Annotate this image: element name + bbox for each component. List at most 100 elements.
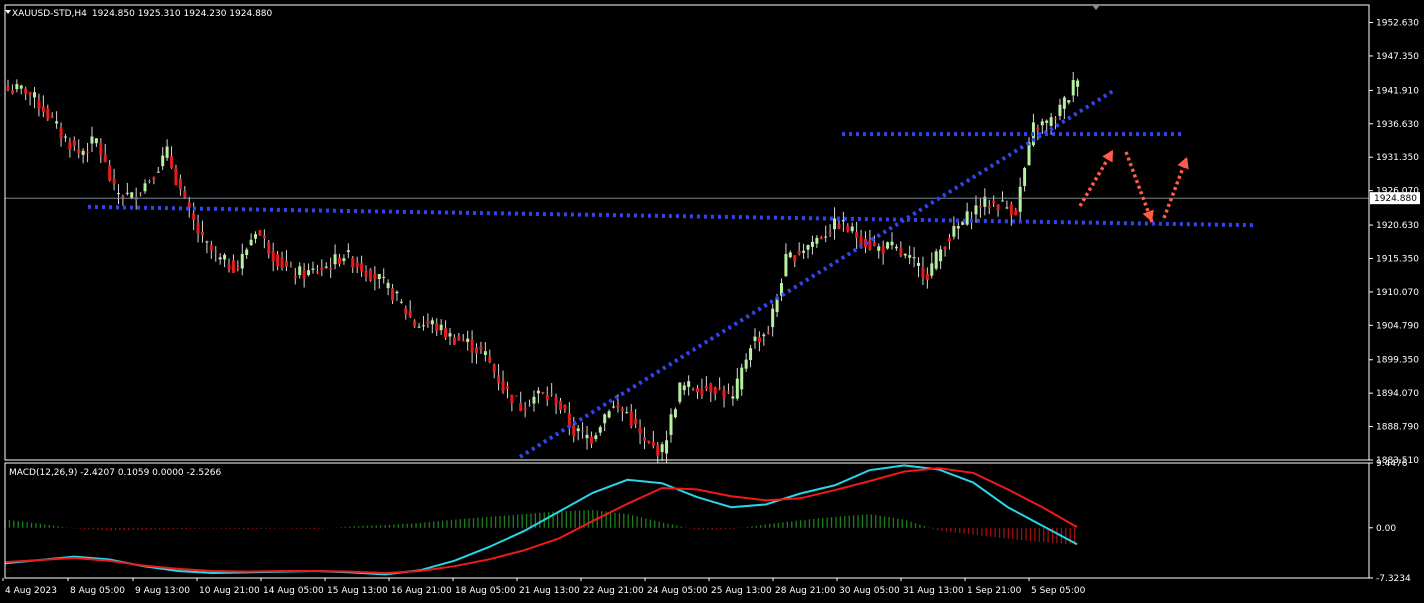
bull-candle[interactable] [161, 155, 165, 167]
bear-candle[interactable] [267, 242, 271, 255]
bear-candle[interactable] [837, 224, 841, 229]
bull-candle[interactable] [594, 435, 598, 439]
bull-candle[interactable] [346, 250, 350, 252]
bull-candle[interactable] [917, 262, 921, 266]
bull-candle[interactable] [342, 258, 346, 261]
bear-candle[interactable] [108, 165, 112, 181]
bull-candle[interactable] [1067, 100, 1071, 103]
bull-candle[interactable] [143, 183, 147, 192]
bear-candle[interactable] [505, 386, 509, 389]
bear-candle[interactable] [258, 230, 262, 236]
bear-candle[interactable] [37, 99, 41, 109]
scroll-marker-icon[interactable] [1092, 5, 1100, 10]
bear-candle[interactable] [554, 397, 558, 405]
bull-candle[interactable] [55, 121, 59, 124]
bull-candle[interactable] [1071, 80, 1075, 96]
bull-candle[interactable] [1005, 207, 1009, 209]
bear-candle[interactable] [329, 267, 333, 270]
bear-candle[interactable] [700, 389, 704, 395]
bear-candle[interactable] [170, 156, 174, 168]
bull-candle[interactable] [665, 440, 669, 454]
bear-candle[interactable] [696, 388, 700, 393]
bear-candle[interactable] [718, 387, 722, 389]
bear-candle[interactable] [656, 445, 660, 456]
bull-candle[interactable] [802, 250, 806, 253]
bull-candle[interactable] [877, 246, 881, 251]
bull-candle[interactable] [939, 249, 943, 262]
bear-candle[interactable] [262, 235, 266, 239]
bull-candle[interactable] [784, 253, 788, 277]
bear-candle[interactable] [435, 323, 439, 331]
bull-candle[interactable] [598, 427, 602, 433]
bull-candle[interactable] [81, 150, 85, 155]
bear-candle[interactable] [868, 240, 872, 250]
bull-candle[interactable] [673, 409, 677, 418]
bear-candle[interactable] [726, 391, 730, 393]
bear-candle[interactable] [987, 206, 991, 209]
bull-candle[interactable] [740, 367, 744, 390]
bull-candle[interactable] [965, 211, 969, 225]
bull-candle[interactable] [1023, 168, 1027, 186]
bull-candle[interactable] [430, 320, 434, 325]
bear-candle[interactable] [338, 257, 341, 264]
bull-candle[interactable] [890, 241, 894, 246]
macd-panel[interactable] [4, 464, 1078, 576]
bear-candle[interactable] [978, 206, 982, 208]
bear-candle[interactable] [475, 347, 479, 354]
bull-candle[interactable] [333, 254, 337, 265]
bear-candle[interactable] [581, 430, 585, 432]
bear-candle[interactable] [368, 269, 372, 281]
bear-candle[interactable] [1054, 118, 1058, 120]
bull-candle[interactable] [15, 84, 19, 90]
bear-candle[interactable] [6, 86, 10, 90]
bear-candle[interactable] [757, 337, 761, 343]
bear-candle[interactable] [315, 271, 319, 273]
bear-candle[interactable] [638, 427, 642, 434]
bull-candle[interactable] [678, 382, 682, 402]
bear-candle[interactable] [470, 339, 474, 353]
bear-candle[interactable] [651, 442, 655, 446]
bull-candle[interactable] [1040, 121, 1044, 126]
bear-candle[interactable] [209, 245, 213, 251]
bear-candle[interactable] [214, 251, 218, 253]
bear-candle[interactable] [947, 238, 951, 242]
bull-candle[interactable] [806, 245, 810, 250]
bear-candle[interactable] [413, 320, 417, 327]
bull-candle[interactable] [669, 414, 673, 435]
bull-candle[interactable] [687, 381, 691, 387]
bear-candle[interactable] [183, 190, 187, 198]
bull-candle[interactable] [607, 411, 611, 418]
bull-candle[interactable] [1062, 97, 1066, 109]
bull-candle[interactable] [749, 348, 753, 360]
bear-candle[interactable] [457, 336, 461, 341]
bull-candle[interactable] [735, 378, 739, 399]
bear-candle[interactable] [404, 308, 408, 314]
bear-candle[interactable] [112, 178, 116, 184]
bull-candle[interactable] [90, 136, 94, 144]
dropdown-arrow-icon[interactable] [5, 10, 11, 14]
bull-candle[interactable] [625, 412, 629, 414]
bull-candle[interactable] [603, 414, 607, 424]
bear-candle[interactable] [373, 273, 377, 280]
bear-candle[interactable] [99, 142, 103, 156]
bear-candle[interactable] [567, 413, 571, 427]
bull-candle[interactable] [1018, 186, 1022, 212]
bull-candle[interactable] [952, 226, 956, 237]
bear-candle[interactable] [647, 440, 651, 443]
bear-candle[interactable] [510, 394, 514, 403]
bear-candle[interactable] [461, 340, 465, 342]
bear-candle[interactable] [24, 88, 28, 94]
bear-candle[interactable] [46, 108, 50, 120]
bear-candle[interactable] [147, 180, 151, 182]
bull-candle[interactable] [903, 253, 907, 256]
bear-candle[interactable] [992, 200, 996, 203]
bear-candle[interactable] [391, 288, 395, 301]
bear-candle[interactable] [1036, 127, 1040, 131]
bear-candle[interactable] [797, 250, 801, 255]
bull-candle[interactable] [218, 257, 222, 260]
bull-candle[interactable] [33, 92, 37, 98]
bear-candle[interactable] [364, 270, 368, 277]
bear-candle[interactable] [620, 408, 624, 411]
bull-candle[interactable] [930, 263, 934, 276]
bear-candle[interactable] [488, 356, 492, 363]
